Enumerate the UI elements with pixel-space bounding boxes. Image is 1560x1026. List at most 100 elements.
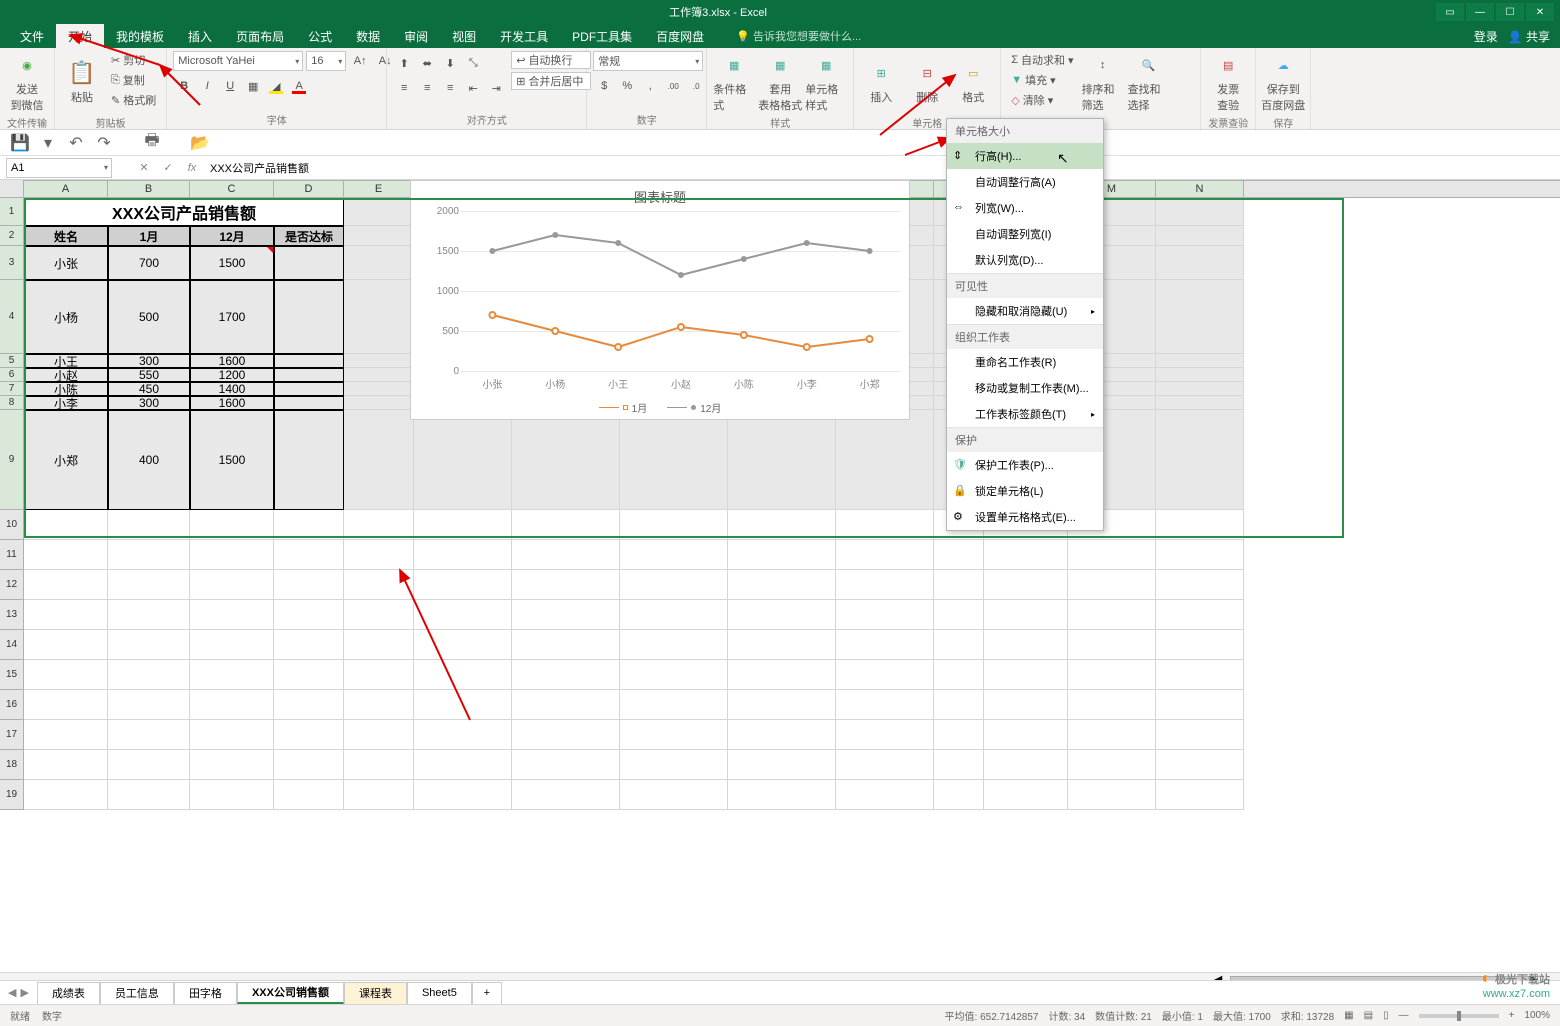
table-cell[interactable]: 700: [108, 246, 190, 280]
dec-inc-button[interactable]: .00: [662, 76, 684, 96]
table-cell[interactable]: 1500: [190, 246, 274, 280]
cell[interactable]: [1068, 690, 1156, 720]
cell[interactable]: [1156, 246, 1244, 280]
cell[interactable]: [414, 750, 512, 780]
cell[interactable]: [512, 720, 620, 750]
menu-protect-sheet[interactable]: 🛡保护工作表(P)...: [947, 452, 1103, 478]
tab-layout[interactable]: 页面布局: [224, 24, 296, 48]
cell[interactable]: [1068, 780, 1156, 810]
cell[interactable]: [984, 690, 1068, 720]
table-cell[interactable]: 450: [108, 382, 190, 396]
delete-cells-button[interactable]: ⊟删除: [906, 51, 948, 113]
cell[interactable]: [728, 570, 836, 600]
cell[interactable]: [836, 630, 934, 660]
maximize-button[interactable]: ☐: [1496, 3, 1524, 21]
cell[interactable]: [836, 720, 934, 750]
cell[interactable]: [274, 720, 344, 750]
sheet-tab[interactable]: 课程表: [344, 982, 407, 1004]
cell[interactable]: [274, 600, 344, 630]
fill-color-button[interactable]: ◢: [265, 76, 287, 96]
sheet-tab[interactable]: 成绩表: [37, 982, 100, 1004]
cell[interactable]: [344, 246, 414, 280]
cell[interactable]: [344, 720, 414, 750]
row-header-7[interactable]: 7: [0, 382, 23, 396]
menu-lock-cell[interactable]: 🔒锁定单元格(L): [947, 478, 1103, 504]
cell[interactable]: [728, 780, 836, 810]
cell[interactable]: [24, 750, 108, 780]
row-header-18[interactable]: 18: [0, 750, 23, 780]
cell[interactable]: [414, 630, 512, 660]
indent-inc[interactable]: ⇥: [485, 78, 507, 98]
cell[interactable]: [1156, 198, 1244, 226]
cell[interactable]: [414, 780, 512, 810]
cell[interactable]: [24, 690, 108, 720]
cell[interactable]: [934, 570, 984, 600]
menu-format-cells[interactable]: ⚙设置单元格格式(E)...: [947, 504, 1103, 530]
cell[interactable]: [344, 510, 414, 540]
cell[interactable]: [1068, 660, 1156, 690]
row-header-3[interactable]: 3: [0, 246, 23, 280]
cell[interactable]: [24, 600, 108, 630]
row-header-13[interactable]: 13: [0, 600, 23, 630]
cell[interactable]: [984, 780, 1068, 810]
cell[interactable]: [512, 750, 620, 780]
cell[interactable]: [190, 660, 274, 690]
dec-dec-button[interactable]: .0: [685, 76, 707, 96]
align-left[interactable]: ≡: [393, 78, 415, 98]
cell[interactable]: [274, 690, 344, 720]
cell[interactable]: [836, 540, 934, 570]
cell[interactable]: [1156, 510, 1244, 540]
cell[interactable]: [934, 630, 984, 660]
table-cell[interactable]: 500: [108, 280, 190, 354]
percent-button[interactable]: %: [616, 76, 638, 96]
cell[interactable]: [512, 690, 620, 720]
cell[interactable]: [1068, 720, 1156, 750]
fx-icon[interactable]: fx: [180, 162, 204, 174]
embedded-chart[interactable]: 图表标题 0500100015002000 小张小杨小王小赵小陈小李小郑 1月 …: [410, 180, 910, 420]
format-painter-button[interactable]: ✎格式刷: [107, 91, 160, 109]
table-cell[interactable]: 1400: [190, 382, 274, 396]
table-cell[interactable]: 1600: [190, 396, 274, 410]
cell[interactable]: [108, 600, 190, 630]
worksheet-grid[interactable]: ABCDEFGHIJKLMN 1234567891011121314151617…: [0, 180, 1560, 840]
cell[interactable]: [512, 540, 620, 570]
orientation[interactable]: ⤡: [462, 53, 484, 73]
zoom-slider[interactable]: [1419, 1014, 1499, 1018]
cell[interactable]: [1156, 750, 1244, 780]
cell[interactable]: [344, 600, 414, 630]
row-header-17[interactable]: 17: [0, 720, 23, 750]
cell[interactable]: [836, 410, 934, 510]
cell[interactable]: [344, 780, 414, 810]
tab-developer[interactable]: 开发工具: [488, 24, 560, 48]
indent-dec[interactable]: ⇤: [462, 78, 484, 98]
ribbon-options-icon[interactable]: ▭: [1436, 3, 1464, 21]
cell[interactable]: [1156, 690, 1244, 720]
zoom-out-button[interactable]: —: [1399, 1010, 1409, 1021]
clear-button[interactable]: ◇清除 ▾: [1007, 91, 1077, 109]
number-format-select[interactable]: 常规: [593, 51, 703, 71]
cell[interactable]: [512, 410, 620, 510]
cell[interactable]: [620, 660, 728, 690]
cell[interactable]: [1068, 600, 1156, 630]
row-header-10[interactable]: 10: [0, 510, 23, 540]
cell[interactable]: [414, 570, 512, 600]
cell[interactable]: [414, 510, 512, 540]
menu-move-copy-sheet[interactable]: 移动或复制工作表(M)...: [947, 375, 1103, 401]
cell[interactable]: [108, 750, 190, 780]
sheet-tab[interactable]: XXX公司销售额: [237, 982, 344, 1004]
cell[interactable]: [512, 780, 620, 810]
cell[interactable]: [344, 354, 414, 368]
cell[interactable]: [934, 720, 984, 750]
cell[interactable]: [24, 660, 108, 690]
table-cell[interactable]: 小张: [24, 246, 108, 280]
tab-view[interactable]: 视图: [440, 24, 488, 48]
cell[interactable]: [344, 396, 414, 410]
qat-open[interactable]: 📂: [190, 133, 210, 153]
cell[interactable]: [414, 660, 512, 690]
tab-data[interactable]: 数据: [344, 24, 392, 48]
minimize-button[interactable]: —: [1466, 3, 1494, 21]
cell[interactable]: [984, 570, 1068, 600]
cell[interactable]: [1156, 280, 1244, 354]
cell[interactable]: [934, 600, 984, 630]
find-select-button[interactable]: 🔍查找和选择: [1128, 51, 1170, 113]
